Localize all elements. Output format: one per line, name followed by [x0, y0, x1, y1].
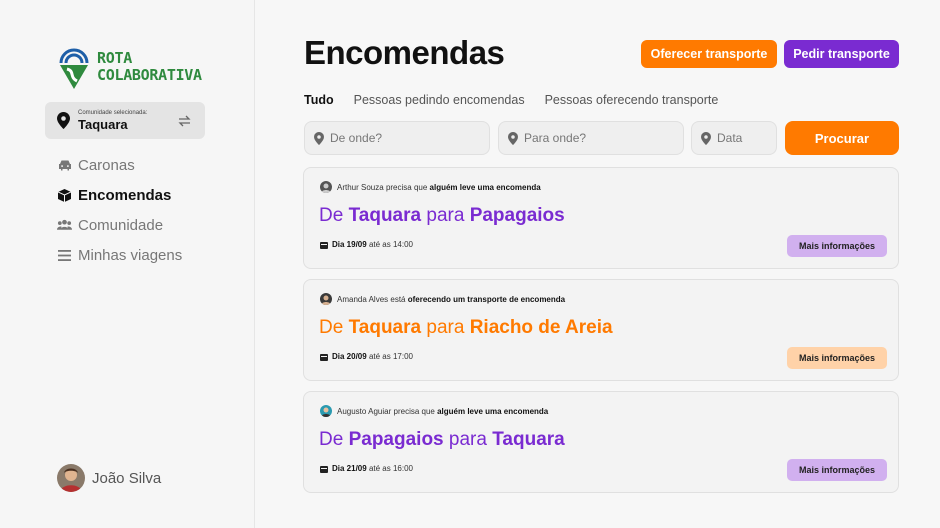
route-from-word: De: [319, 205, 344, 226]
user-profile[interactable]: João Silva: [57, 464, 161, 492]
calendar-icon: [320, 241, 328, 249]
card-meta: Amanda Alves está oferecendo um transpor…: [320, 293, 565, 305]
card-user: Amanda Alves: [337, 294, 389, 304]
card-date: Dia 20/09 até as 17:00: [320, 352, 413, 361]
card-date-time: até as 14:00: [368, 240, 413, 249]
location-pin-icon: [57, 112, 70, 134]
sidebar-item-label: Caronas: [78, 156, 135, 174]
route-to: Taquara: [492, 429, 565, 450]
route-to-word: para: [426, 317, 465, 338]
card-meta: Arthur Souza precisa que alguém leve uma…: [320, 181, 541, 193]
route-to-word: para: [426, 205, 465, 226]
card-action: oferecendo um transporte de encomenda: [407, 294, 566, 304]
card-date-day: Dia 21/09: [332, 464, 367, 473]
card-verb: está: [390, 294, 406, 304]
location-pin-icon: [508, 131, 518, 145]
package-icon: [57, 188, 72, 203]
route-from: Papagaios: [348, 429, 444, 450]
card-date: Dia 21/09 até as 16:00: [320, 464, 413, 473]
location-pin-icon: [314, 131, 324, 145]
card-route: De Papagaios para Taquara: [319, 429, 565, 451]
more-info-button[interactable]: Mais informações: [787, 235, 887, 257]
search-button[interactable]: Procurar: [785, 121, 899, 155]
page-title: Encomendas: [304, 34, 505, 71]
card-date-day: Dia 19/09: [332, 240, 367, 249]
card-action: alguém leve uma encomenda: [437, 406, 549, 416]
from-field[interactable]: De onde?: [304, 121, 490, 155]
card-user: Augusto Aguiar: [337, 406, 392, 416]
date-field[interactable]: Data: [691, 121, 777, 155]
brand-line-2: COLABORATIVA: [97, 66, 202, 84]
route-from-word: De: [319, 429, 344, 450]
list-icon: [57, 248, 72, 263]
card-meta: Augusto Aguiar precisa que alguém leve u…: [320, 405, 548, 417]
card-date-time: até as 17:00: [368, 352, 413, 361]
card-verb: precisa que: [385, 182, 428, 192]
request-card[interactable]: Arthur Souza precisa que alguém leve uma…: [303, 167, 899, 269]
sidebar-item-encomendas[interactable]: Encomendas: [57, 180, 182, 210]
to-field[interactable]: Para onde?: [498, 121, 684, 155]
to-placeholder: Para onde?: [524, 131, 587, 145]
community-label: Comunidade selecionada:: [78, 110, 148, 116]
sidebar-item-label: Minhas viagens: [78, 246, 183, 264]
sidebar-item-comunidade[interactable]: Comunidade: [57, 210, 182, 240]
route-from: Taquara: [348, 205, 422, 226]
main-content: Encomendas Oferecer transporte Pedir tra…: [255, 0, 940, 528]
offer-transport-button[interactable]: Oferecer transporte: [641, 40, 777, 68]
brand-line-1: ROTA: [97, 49, 132, 67]
request-transport-button[interactable]: Pedir transporte: [784, 40, 899, 68]
tab-oferecendo[interactable]: Pessoas oferecendo transporte: [545, 93, 719, 107]
avatar: [320, 293, 332, 305]
card-route: De Taquara para Riacho de Areia: [319, 317, 613, 339]
community-selector[interactable]: Comunidade selecionada: Taquara: [45, 102, 205, 139]
offer-card[interactable]: Amanda Alves está oferecendo um transpor…: [303, 279, 899, 381]
date-placeholder: Data: [717, 131, 743, 145]
tab-pedindo[interactable]: Pessoas pedindo encomendas: [354, 93, 525, 107]
avatar: [320, 181, 332, 193]
brand-logo[interactable]: ROTA COLABORATIVA: [57, 45, 202, 89]
users-icon: [57, 218, 72, 233]
card-route: De Taquara para Papagaios: [319, 205, 565, 227]
route-to-word: para: [448, 429, 487, 450]
sidebar-item-minhas-viagens[interactable]: Minhas viagens: [57, 240, 182, 270]
sidebar-item-caronas[interactable]: Caronas: [57, 150, 182, 180]
community-value: Taquara: [78, 117, 128, 132]
location-pin-icon: [701, 131, 711, 145]
more-info-button[interactable]: Mais informações: [787, 347, 887, 369]
avatar: [320, 405, 332, 417]
calendar-icon: [320, 465, 328, 473]
route-from: Taquara: [348, 317, 422, 338]
card-date-time: até as 16:00: [368, 464, 413, 473]
brand-name: ROTA COLABORATIVA: [97, 50, 202, 84]
route-to: Papagaios: [469, 205, 565, 226]
swap-icon[interactable]: [178, 114, 191, 132]
card-date: Dia 19/09 até as 14:00: [320, 240, 413, 249]
tab-tudo[interactable]: Tudo: [304, 93, 334, 107]
avatar: [57, 464, 85, 492]
card-user: Arthur Souza: [337, 182, 384, 192]
card-action: alguém leve uma encomenda: [429, 182, 541, 192]
card-verb: precisa que: [393, 406, 435, 416]
route-from-word: De: [319, 317, 344, 338]
more-info-button[interactable]: Mais informações: [787, 459, 887, 481]
sidebar-item-label: Comunidade: [78, 216, 164, 234]
sidebar-nav: Caronas Encomendas Comunidade Minhas via…: [57, 150, 182, 270]
request-card[interactable]: Augusto Aguiar precisa que alguém leve u…: [303, 391, 899, 493]
card-date-day: Dia 20/09: [332, 352, 367, 361]
calendar-icon: [320, 353, 328, 361]
car-icon: [57, 158, 72, 173]
from-placeholder: De onde?: [330, 131, 383, 145]
sidebar-item-label: Encomendas: [78, 186, 172, 204]
sidebar: ROTA COLABORATIVA Comunidade selecionada…: [0, 0, 255, 528]
filter-tabs: Tudo Pessoas pedindo encomendas Pessoas …: [304, 93, 738, 107]
user-name: João Silva: [92, 469, 162, 487]
route-to: Riacho de Areia: [469, 317, 613, 338]
logo-icon: [59, 48, 89, 89]
